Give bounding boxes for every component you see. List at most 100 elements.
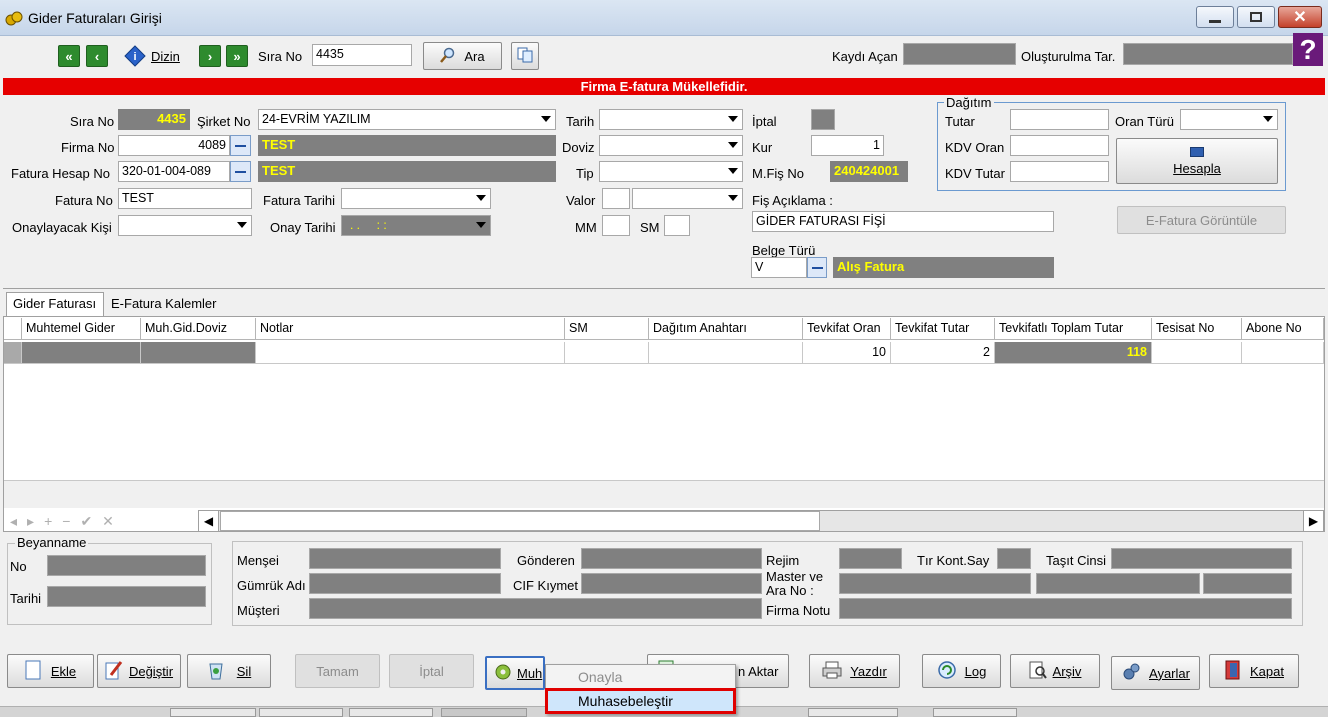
cancel-icon[interactable]: ✕ [102, 513, 114, 530]
gonderen-field [581, 548, 762, 569]
sil-button[interactable]: Sil [187, 654, 271, 688]
table-cell-toplam[interactable]: 118 [995, 342, 1152, 364]
dizin-link[interactable]: Dizin [151, 49, 180, 64]
add-icon[interactable]: + [44, 513, 52, 529]
prev-icon[interactable]: ◂ [10, 513, 17, 530]
beyanname-legend: Beyanname [15, 535, 89, 550]
lookup-icon [235, 171, 246, 173]
last-record-button[interactable]: » [226, 45, 248, 67]
minimize-button[interactable] [1196, 6, 1234, 28]
firma-no-input[interactable]: 4089 [118, 135, 230, 156]
info-icon[interactable]: i [124, 45, 146, 67]
background-button [808, 708, 898, 717]
maximize-button[interactable] [1237, 6, 1275, 28]
grid-header[interactable]: Tevkifat Tutar [891, 318, 995, 340]
belge-lookup-button[interactable] [807, 257, 827, 278]
double-left-icon: « [65, 48, 73, 64]
toolbar-sira-no-input[interactable]: 4435 [312, 44, 412, 66]
kdv-tutar-input[interactable] [1010, 161, 1109, 182]
hesap-lookup-button[interactable] [230, 161, 251, 182]
grid-header[interactable]: Abone No [1242, 318, 1324, 340]
row-indicator[interactable] [4, 342, 22, 364]
menu-item-onayla[interactable]: Onayla [578, 669, 622, 685]
grid-header[interactable]: Muh.Gid.Doviz [141, 318, 256, 340]
copy-button[interactable] [511, 42, 539, 70]
table-cell-tevkifat-oran[interactable]: 10 [803, 342, 891, 364]
fis-aciklama-label: Fiş Açıklama : [752, 193, 833, 208]
kdv-oran-input[interactable] [1010, 135, 1109, 156]
table-cell[interactable] [565, 342, 649, 364]
sirket-no-select[interactable]: 24-EVRİM YAZILIM [258, 109, 556, 130]
first-record-button[interactable]: « [58, 45, 80, 67]
previous-record-button[interactable]: ‹ [86, 45, 108, 67]
next-record-button[interactable]: › [199, 45, 221, 67]
onaylayacak-select[interactable] [118, 215, 252, 236]
yazdir-button[interactable]: Yazdır [809, 654, 900, 688]
scrollbar-thumb[interactable] [220, 511, 820, 531]
fatura-hesap-name: TEST [258, 161, 556, 182]
arsiv-button[interactable]: Arşiv [1010, 654, 1100, 688]
olusturma-field [1123, 43, 1293, 65]
degistir-button[interactable]: Değiştir [97, 654, 181, 688]
firma-name: TEST [258, 135, 556, 156]
table-cell[interactable] [141, 342, 256, 364]
menu-item-muhasebelestir[interactable]: Muhasebeleştir [578, 693, 673, 709]
tab-gider-faturasi[interactable]: Gider Faturası [6, 292, 104, 316]
ara-button[interactable]: Ara [423, 42, 502, 70]
table-cell[interactable] [1242, 342, 1324, 364]
oran-turu-select[interactable] [1180, 109, 1278, 130]
onay-tarihi-select[interactable]: . . : : [341, 215, 491, 236]
grid-footer [4, 480, 1324, 508]
valor-days-input[interactable] [602, 188, 630, 209]
table-cell[interactable] [649, 342, 803, 364]
fatura-hesap-input[interactable]: 320-01-004-089 [118, 161, 230, 182]
calculator-icon [1190, 146, 1204, 157]
scroll-right-icon[interactable]: ▶ [1303, 511, 1323, 531]
help-icon[interactable]: ? [1293, 33, 1323, 66]
log-button[interactable]: Log [922, 654, 1001, 688]
kapat-button[interactable]: Kapat [1209, 654, 1299, 688]
scroll-left-icon[interactable]: ◀ [199, 511, 219, 531]
iptal-button[interactable]: İptal [389, 654, 474, 688]
sm-input[interactable] [664, 215, 690, 236]
grid-header[interactable]: Muhtemel Gider [22, 318, 141, 340]
master-label: Master ve Ara No : [766, 569, 824, 598]
muhasebe-button[interactable]: Muh [485, 656, 545, 690]
tip-select[interactable] [599, 161, 743, 182]
grid-header[interactable]: SM [565, 318, 649, 340]
table-cell-tevkifat-tutar[interactable]: 2 [891, 342, 995, 364]
next-icon[interactable]: ▸ [27, 513, 34, 530]
close-button[interactable]: ✕ [1278, 6, 1322, 28]
mm-input[interactable] [602, 215, 630, 236]
recycle-bin-icon [207, 660, 225, 683]
table-cell[interactable] [256, 342, 565, 364]
table-cell[interactable] [1152, 342, 1242, 364]
firma-lookup-button[interactable] [230, 135, 251, 156]
kur-input[interactable]: 1 [811, 135, 884, 156]
remove-icon[interactable]: − [62, 513, 70, 529]
efatura-goruntule-button[interactable]: E-Fatura Görüntüle [1117, 206, 1286, 234]
ekle-button[interactable]: Ekle [7, 654, 94, 688]
belge-turu-input[interactable]: V [751, 257, 807, 278]
iptal-checkbox[interactable] [811, 109, 835, 130]
tab-efatura-kalemler[interactable]: E-Fatura Kalemler [106, 295, 221, 315]
grid-header[interactable]: Tevkifatlı Toplam Tutar [995, 318, 1152, 340]
fatura-tarihi-select[interactable] [341, 188, 491, 209]
grid-header[interactable]: Dağıtım Anahtarı [649, 318, 803, 340]
tamam-button[interactable]: Tamam [295, 654, 380, 688]
grid-header[interactable]: Tesisat No [1152, 318, 1242, 340]
grid-header[interactable]: Notlar [256, 318, 565, 340]
hesapla-button[interactable]: Hesapla [1116, 138, 1278, 184]
valor-select[interactable] [632, 188, 743, 209]
tutar-input[interactable] [1010, 109, 1109, 130]
doviz-select[interactable] [599, 135, 743, 156]
grid-header[interactable]: Tevkifat Oran [803, 318, 891, 340]
fis-aciklama-input[interactable]: GİDER FATURASI FİŞİ [752, 211, 1054, 232]
beyanname-tarihi-label: Tarihi [10, 591, 42, 606]
fatura-no-input[interactable]: TEST [118, 188, 252, 209]
ayarlar-button[interactable]: Ayarlar [1111, 656, 1200, 690]
table-cell[interactable] [22, 342, 141, 364]
check-icon[interactable]: ✔ [80, 513, 92, 530]
tarih-select[interactable] [599, 109, 743, 130]
maximize-icon [1250, 12, 1262, 22]
